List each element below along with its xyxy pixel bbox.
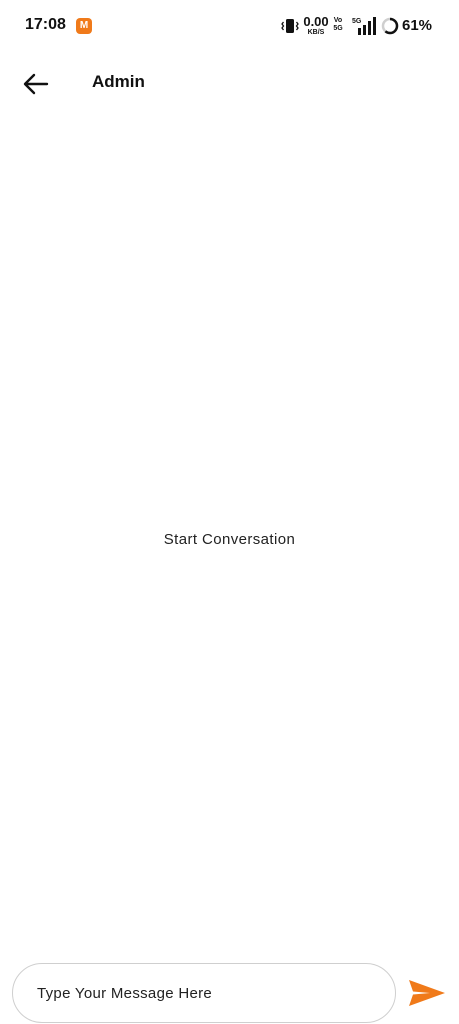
network-speed-unit: KB/S: [307, 29, 325, 36]
empty-conversation-text: Start Conversation: [163, 531, 296, 548]
chat-screen: 17:08 M 0.00 KB/S Vo 5G 5G 61% Admin Sta…: [0, 0, 459, 1024]
vibrate-icon: [281, 19, 299, 33]
status-bar: 17:08 M 0.00 KB/S Vo 5G 5G 61%: [0, 0, 459, 52]
signal-strength-icon: 5G: [352, 17, 376, 35]
send-button[interactable]: [404, 972, 450, 1014]
network-speed-value: 0.00: [303, 14, 329, 29]
message-input[interactable]: [12, 963, 396, 1023]
arrow-left-icon: [23, 73, 49, 95]
status-time: 17:08: [25, 16, 66, 33]
send-icon: [409, 980, 445, 1006]
volte-indicator: Vo 5G: [333, 17, 343, 33]
app-notification-icon: M: [76, 18, 92, 34]
back-button[interactable]: [18, 66, 54, 102]
network-speed: 0.00 KB/S: [302, 15, 330, 36]
battery-percent: 61%: [402, 17, 433, 34]
volte-vo-label: Vo: [333, 17, 343, 24]
volte-5g-label: 5G: [333, 25, 343, 32]
battery-ring-icon: [381, 17, 399, 35]
page-title: Admin: [92, 72, 145, 91]
signal-5g-label: 5G: [352, 18, 362, 25]
